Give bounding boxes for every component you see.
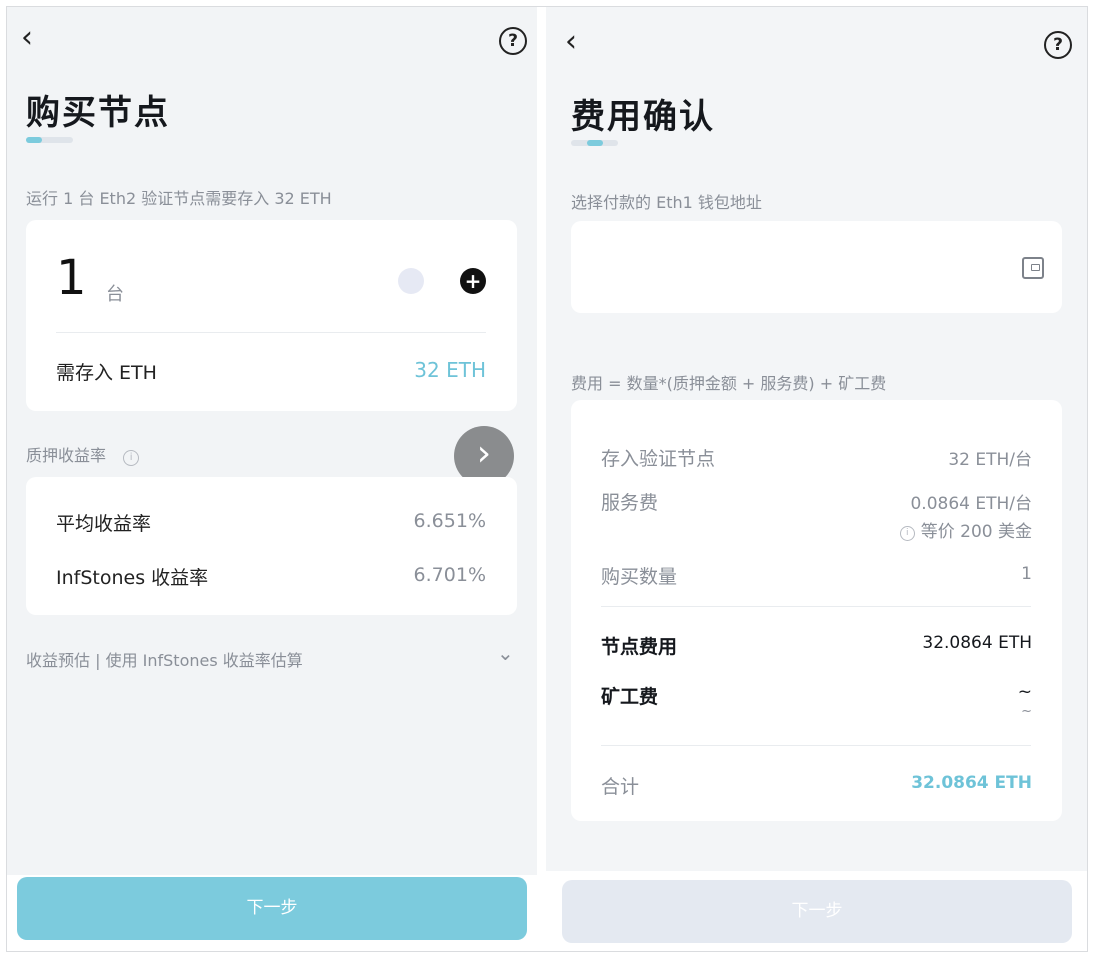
yield-rates-card: 平均收益率 6.651% InfStones 收益率 6.701% (26, 477, 517, 615)
divider (601, 745, 1031, 746)
node-fee-value: 32.0864 ETH (922, 633, 1032, 653)
quantity-label: 购买数量 (601, 566, 678, 588)
help-button[interactable]: ? (499, 27, 527, 55)
plus-glyph: + (464, 269, 482, 293)
help-circle-icon: ? (1053, 35, 1063, 55)
next-step-button-disabled[interactable]: 下一步 (562, 880, 1072, 943)
node-fee-label: 节点费用 (601, 636, 678, 658)
avg-rate-value: 6.651% (413, 510, 486, 532)
quantity-value: 1 (1021, 564, 1032, 584)
estimate-toggle[interactable]: 收益预估 | 使用 InfStones 收益率估算 (26, 647, 303, 671)
back-button-right[interactable]: ‹ (565, 27, 577, 57)
chevron-left-icon: ‹ (565, 24, 577, 59)
yield-section-label: 质押收益率 i (26, 442, 140, 466)
chevron-right-icon: › (476, 433, 492, 474)
deposit-node-value: 32 ETH/台 (948, 450, 1032, 470)
fee-formula: 费用 = 数量*(质押金额 + 服务费) + 矿工费 (571, 374, 887, 393)
deposit-hint: 运行 1 台 Eth2 验证节点需要存入 32 ETH (26, 189, 332, 208)
quantity-value: 1 (56, 250, 87, 306)
info-icon[interactable]: i (123, 450, 140, 466)
chevron-left-icon: ‹ (21, 20, 33, 55)
panel-divider (537, 7, 546, 951)
help-button-right[interactable]: ? (1044, 31, 1072, 59)
deposit-value: 32 ETH (414, 358, 486, 382)
deposit-label: 需存入 ETH (56, 362, 157, 384)
divider (56, 332, 486, 333)
divider (601, 606, 1031, 607)
gas-fee-label: 矿工费 (601, 686, 659, 708)
step-progress-fill (26, 137, 42, 143)
service-fee-value: 0.0864 ETH/台 (910, 494, 1032, 514)
plus-circle-icon[interactable]: + (460, 268, 486, 294)
avg-rate-label: 平均收益率 (56, 513, 152, 535)
help-circle-icon: ? (508, 31, 518, 51)
wallet-icon-clasp (1031, 264, 1040, 271)
buy-node-screen: ‹ ? 购买节点 运行 1 台 Eth2 验证节点需要存入 32 ETH 1 台… (7, 7, 537, 951)
wallet-label: 选择付款的 Eth1 钱包地址 (571, 193, 762, 212)
infstones-rate-value: 6.701% (413, 564, 486, 586)
gas-fee-sub: ~ (1021, 704, 1032, 719)
page-title-right: 费用确认 (571, 97, 715, 137)
service-fee-label: 服务费 (601, 492, 659, 514)
next-step-button[interactable]: 下一步 (17, 877, 527, 940)
deposit-node-label: 存入验证节点 (601, 448, 716, 470)
info-icon[interactable]: i (899, 526, 915, 541)
step-progress-fill-right (587, 140, 603, 146)
quantity-unit: 台 (106, 284, 124, 305)
service-fee-note-text: 等价 200 美金 (920, 522, 1032, 542)
page-title: 购买节点 (26, 93, 170, 133)
fee-confirm-screen: ‹ ? 费用确认 选择付款的 Eth1 钱包地址 费用 = 数量*(质押金额 +… (546, 7, 1087, 951)
total-label: 合计 (601, 776, 640, 798)
service-fee-note: i 等价 200 美金 (899, 517, 1032, 542)
minus-circle-icon[interactable] (398, 268, 424, 294)
gas-fee-value: ~ (1017, 682, 1032, 702)
total-value: 32.0864 ETH (911, 773, 1032, 793)
back-button[interactable]: ‹ (21, 23, 33, 53)
step-progress-right (571, 140, 618, 146)
infstones-rate-label: InfStones 收益率 (56, 567, 209, 589)
yield-label-text: 质押收益率 (26, 446, 107, 465)
quantity-card: 1 台 + 需存入 ETH 32 ETH (26, 220, 517, 411)
step-progress (26, 137, 73, 143)
chevron-down-icon[interactable]: ⌄ (497, 641, 514, 665)
wallet-address-input[interactable] (571, 221, 1062, 313)
wallet-icon[interactable] (1022, 257, 1044, 279)
fee-details-card: 存入验证节点 32 ETH/台 服务费 0.0864 ETH/台 i 等价 200… (571, 400, 1062, 821)
